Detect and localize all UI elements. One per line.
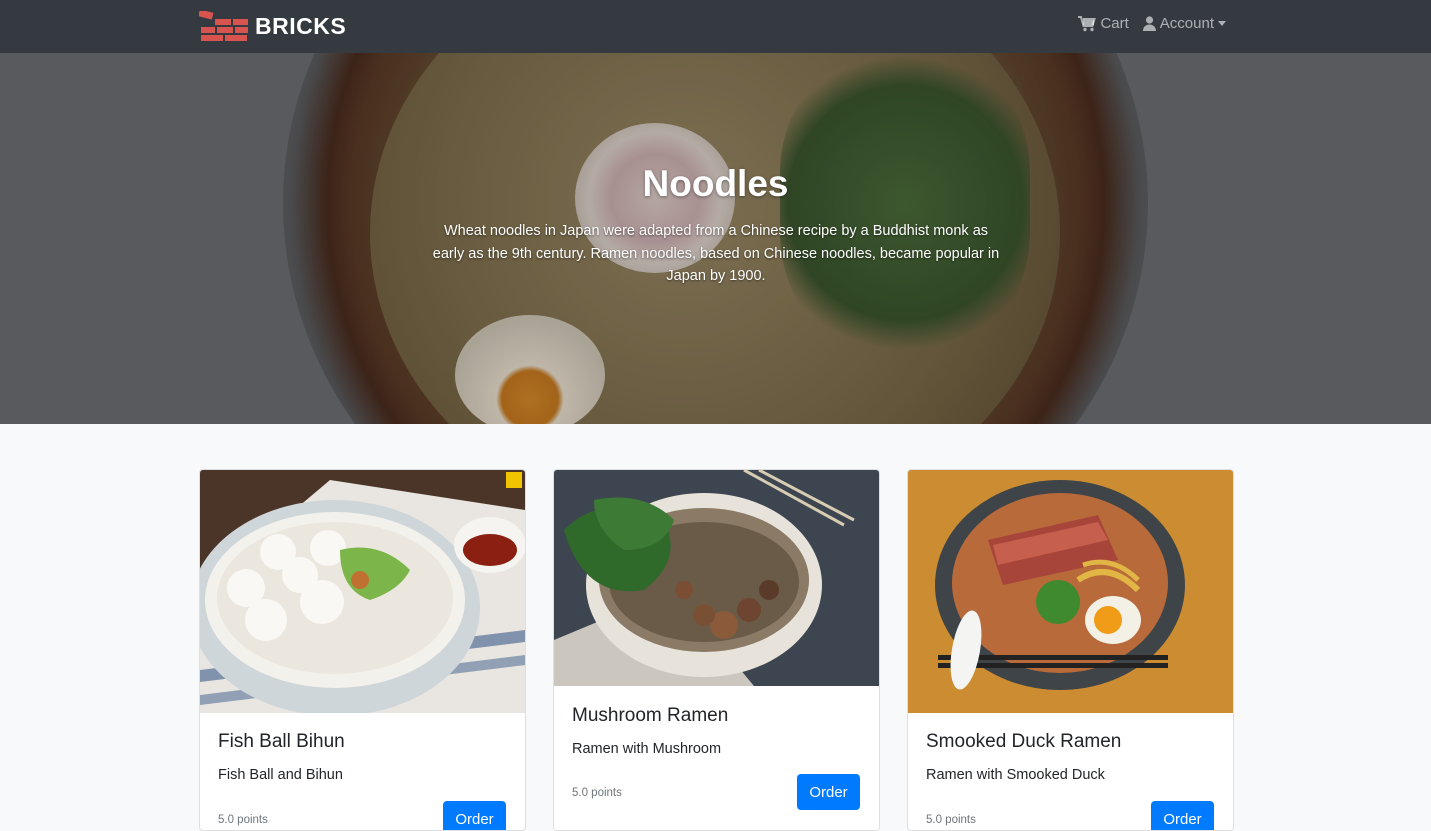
product-description: Ramen with Mushroom xyxy=(572,741,722,757)
product-image[interactable] xyxy=(908,470,1233,713)
product-name: Fish Ball Bihun xyxy=(218,731,345,752)
product-points: 5.0 points xyxy=(218,814,268,826)
nav-right: Cart Account xyxy=(1078,15,1226,32)
product-points: 5.0 points xyxy=(926,814,976,826)
product-card: Mushroom Ramen Ramen with Mushroom 5.0 p… xyxy=(553,469,880,831)
chevron-down-icon xyxy=(1218,21,1226,26)
hero-description: Wheat noodles in Japan were adapted from… xyxy=(432,223,1000,284)
fish-ball-bihun-image xyxy=(200,470,525,713)
product-description: Fish Ball and Bihun xyxy=(218,767,343,783)
hero-title: Noodles xyxy=(642,163,789,204)
product-points: 5.0 points xyxy=(572,787,622,799)
user-icon xyxy=(1142,16,1156,31)
product-image[interactable] xyxy=(554,470,879,686)
brand-link[interactable]: BRICKS xyxy=(199,9,346,43)
product-description: Ramen with Smooked Duck xyxy=(926,767,1105,783)
smoked-duck-ramen-image xyxy=(908,470,1233,713)
account-dropdown[interactable]: Account xyxy=(1142,15,1226,32)
order-button[interactable]: Order xyxy=(443,801,506,830)
order-button[interactable]: Order xyxy=(1151,801,1214,830)
cart-label: Cart xyxy=(1100,15,1129,32)
account-label: Account xyxy=(1159,15,1214,32)
bricks-logo-icon xyxy=(199,11,248,41)
cart-link[interactable]: Cart xyxy=(1078,15,1129,32)
product-card: Smooked Duck Ramen Ramen with Smooked Du… xyxy=(907,469,1234,831)
mushroom-ramen-image xyxy=(554,470,879,686)
navbar: BRICKS Cart Account xyxy=(0,0,1431,53)
product-name: Smooked Duck Ramen xyxy=(926,731,1122,752)
product-name: Mushroom Ramen xyxy=(572,705,729,726)
brand-name: BRICKS xyxy=(255,13,347,39)
product-card: Fish Ball Bihun Fish Ball and Bihun 5.0 … xyxy=(199,469,526,831)
cart-icon xyxy=(1078,15,1097,31)
product-image[interactable] xyxy=(200,470,525,713)
hero-banner: Noodles Wheat noodles in Japan were adap… xyxy=(0,53,1431,424)
